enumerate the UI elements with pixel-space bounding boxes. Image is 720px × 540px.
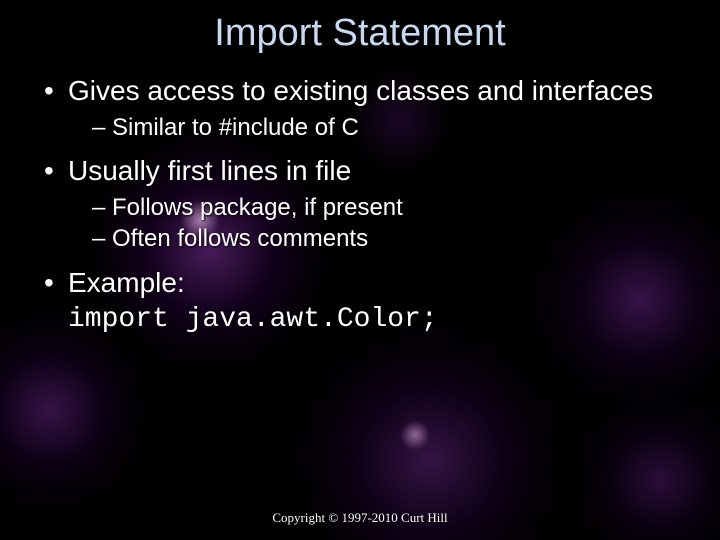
sub-bullet-item: Often follows comments — [92, 223, 680, 254]
sub-bullet-text: Often follows comments — [112, 225, 368, 252]
sub-list: Follows package, if present Often follow… — [68, 192, 680, 254]
bullet-item: Usually first lines in file Follows pack… — [40, 153, 680, 254]
bullet-text: Usually first lines in file — [68, 155, 351, 186]
bullet-item: Example: import java.awt.Color; — [40, 265, 680, 337]
sub-bullet-text: Similar to #include of C — [112, 114, 359, 141]
bullet-item: Gives access to existing classes and int… — [40, 73, 680, 143]
sub-bullet-item: Follows package, if present — [92, 192, 680, 223]
slide-title: Import Statement — [40, 12, 680, 55]
sub-bullet-text: Follows package, if present — [112, 194, 403, 221]
bullet-list: Gives access to existing classes and int… — [40, 73, 680, 337]
bullet-text: Example: — [68, 267, 185, 298]
code-example: import java.awt.Color; — [68, 302, 680, 337]
sub-bullet-item: Similar to #include of C — [92, 112, 680, 143]
bullet-text: Gives access to existing classes and int… — [68, 75, 653, 106]
slide-content: Import Statement Gives access to existin… — [0, 0, 720, 540]
sub-list: Similar to #include of C — [68, 112, 680, 143]
